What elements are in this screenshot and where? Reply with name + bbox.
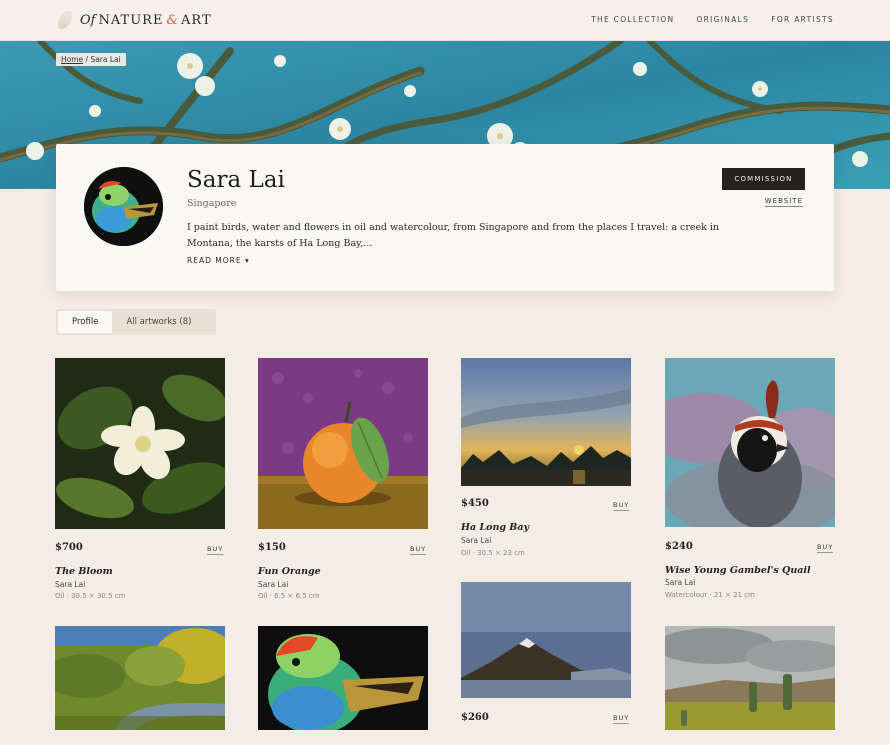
artwork-meta: Watercolour · 21 × 21 cm (665, 591, 755, 599)
artist-avatar (84, 167, 163, 246)
commission-button[interactable]: COMMISSION (722, 168, 805, 190)
artwork-image-quail[interactable] (665, 358, 835, 527)
artist-bio: I paint birds, water and flowers in oil … (187, 222, 720, 249)
buy-button[interactable]: BUY (613, 714, 630, 724)
artwork-meta: Oil · 6.5 × 6.5 cm (258, 592, 320, 600)
artist-profile-card: Sara Lai Singapore I paint birds, water … (56, 144, 834, 291)
buy-button[interactable]: BUY (410, 545, 427, 555)
website-link[interactable]: WEBSITE (722, 197, 805, 207)
artwork-price: $450 (461, 498, 489, 509)
artwork-artist[interactable]: Sara Lai (258, 580, 288, 589)
artwork-image-white-flower[interactable] (55, 358, 225, 529)
buy-button[interactable]: BUY (817, 543, 834, 553)
read-more-toggle[interactable]: READ MORE ▾ (187, 256, 250, 265)
artwork-meta: Oil · 30.5 × 23 cm (461, 549, 525, 557)
artwork-image-orange[interactable] (258, 358, 428, 529)
artwork-artist[interactable]: Sara Lai (665, 578, 695, 587)
artwork-meta: Oil · 30.5 × 30.5 cm (55, 592, 126, 600)
website-link-label: WEBSITE (764, 197, 803, 207)
artwork-title[interactable]: Ha Long Bay (461, 522, 529, 533)
artwork-price: $700 (55, 542, 83, 553)
profile-tabs: Profile All artworks (8) (56, 309, 216, 335)
artwork-image-creek-landscape[interactable] (55, 626, 225, 730)
artwork-title[interactable]: The Bloom (55, 566, 113, 577)
artwork-image-green-bird[interactable] (258, 626, 428, 730)
top-navigation-bar: Of NATURE & ART THE COLLECTION ORIGINALS FO… (0, 0, 890, 41)
breadcrumb: Home / Sara Lai (56, 53, 126, 66)
site-logo[interactable]: Of NATURE & ART (56, 9, 212, 31)
artist-name: Sara Lai (187, 167, 285, 193)
tab-profile[interactable]: Profile (58, 311, 113, 333)
nav-the-collection[interactable]: THE COLLECTION (591, 15, 674, 24)
artwork-title[interactable]: Fun Orange (258, 566, 321, 577)
artwork-image-cactus-landscape[interactable] (665, 626, 835, 730)
breadcrumb-home-link[interactable]: Home (61, 55, 83, 64)
main-nav: THE COLLECTION ORIGINALS FOR ARTISTS (591, 15, 834, 24)
artwork-price: $150 (258, 542, 286, 553)
nav-for-artists[interactable]: FOR ARTISTS (771, 15, 834, 24)
buy-button[interactable]: BUY (207, 545, 224, 555)
artwork-artist[interactable]: Sara Lai (55, 580, 85, 589)
artwork-artist[interactable]: Sara Lai (461, 536, 491, 545)
artist-location: Singapore (187, 198, 237, 209)
artwork-title[interactable]: Wise Young Gambel's Quail (665, 565, 811, 576)
site-logo-text: Of NATURE & ART (80, 12, 212, 28)
artwork-image-sunset-bay[interactable] (461, 358, 631, 486)
artwork-image-mountain[interactable] (461, 582, 631, 698)
leaf-logo-icon (56, 9, 74, 31)
nav-originals[interactable]: ORIGINALS (696, 15, 749, 24)
artwork-price: $240 (665, 541, 693, 552)
tab-all-artworks[interactable]: All artworks (8) (112, 311, 205, 333)
breadcrumb-current: Sara Lai (90, 55, 121, 64)
artwork-price: $260 (461, 712, 489, 723)
buy-button[interactable]: BUY (613, 501, 630, 511)
